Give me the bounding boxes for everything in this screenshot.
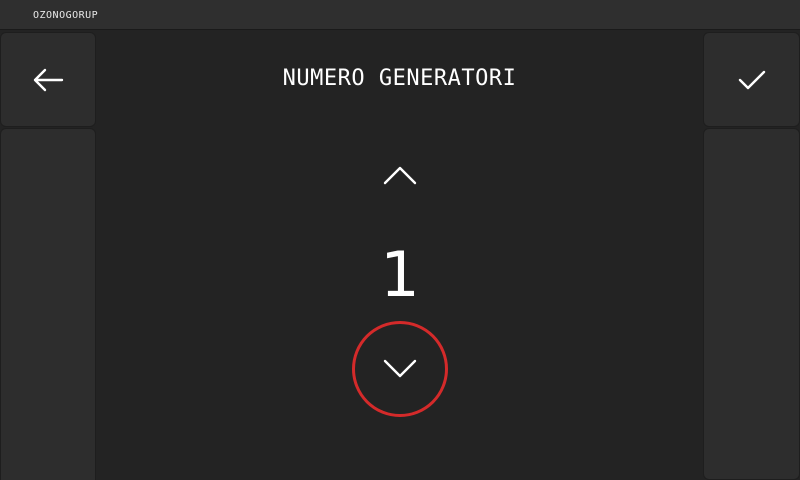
screen: OZONOGORUP NUMERO GENERATORI 1 xyxy=(0,0,800,480)
stepper-value: 1 xyxy=(380,238,420,311)
chevron-down-icon xyxy=(383,359,417,378)
status-bar: OZONOGORUP xyxy=(0,0,800,30)
page-title: NUMERO GENERATORI xyxy=(282,66,517,91)
check-icon xyxy=(738,70,765,89)
arrow-left-icon xyxy=(33,68,64,91)
confirm-button[interactable] xyxy=(703,32,800,127)
left-panel xyxy=(0,128,96,480)
right-panel xyxy=(703,128,800,480)
brand-label: OZONOGORUP xyxy=(33,10,99,21)
decrement-button[interactable] xyxy=(352,321,448,417)
increment-button[interactable] xyxy=(352,127,448,223)
back-button[interactable] xyxy=(0,32,96,127)
chevron-up-icon xyxy=(383,166,417,185)
